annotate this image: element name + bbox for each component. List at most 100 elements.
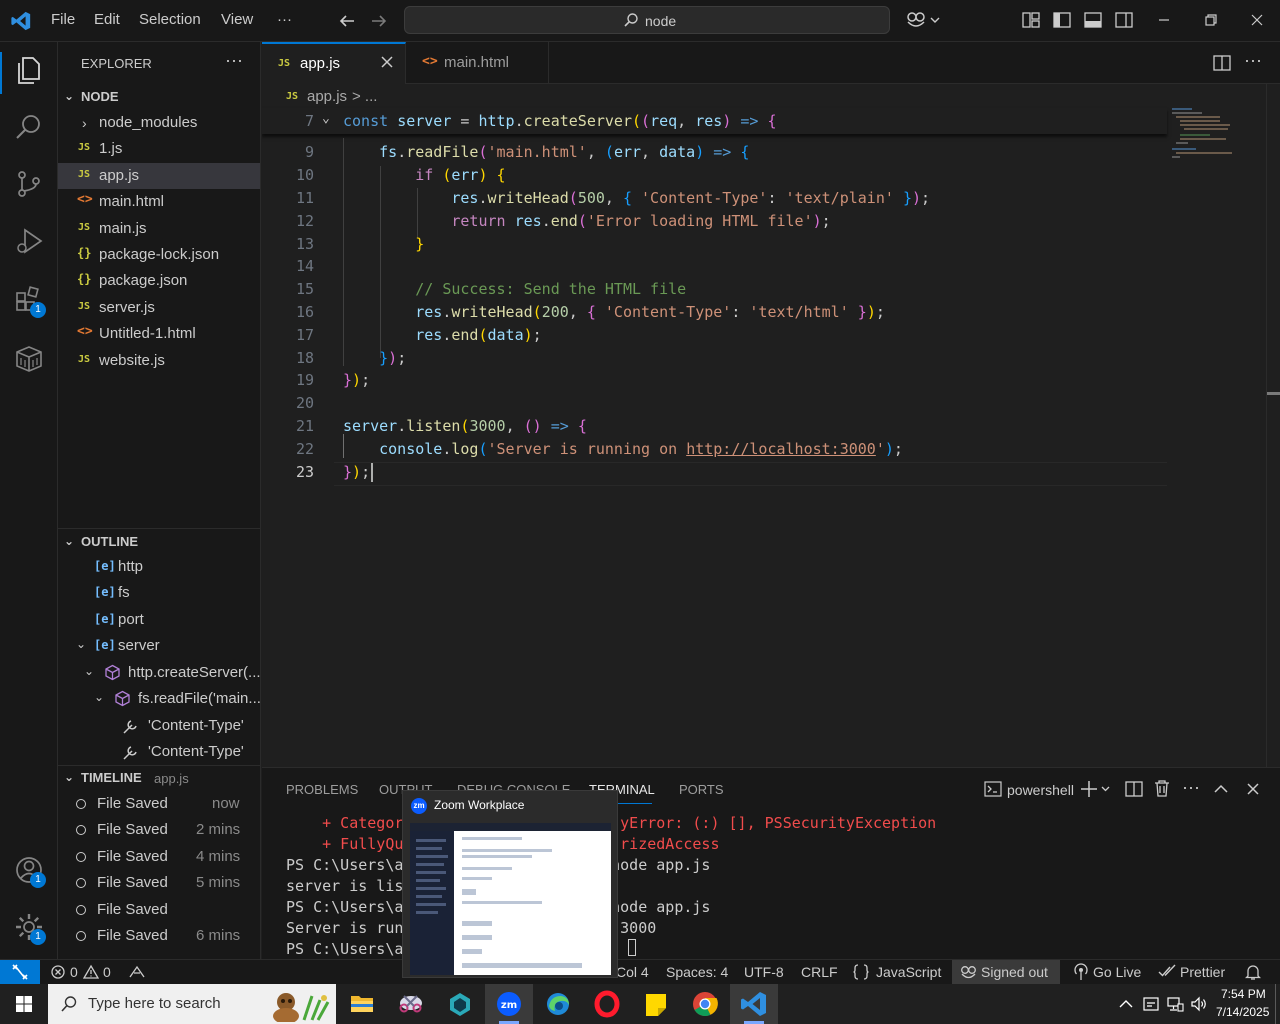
menu-file[interactable]: File <box>51 11 75 28</box>
terminal-shell-name[interactable]: powershell <box>1007 782 1074 798</box>
zoom-taskbar-icon[interactable]: zm <box>485 984 533 1024</box>
errors-count[interactable]: 0 <box>70 964 78 980</box>
dev-app-taskbar-icon[interactable] <box>436 984 484 1024</box>
tree-item-node-modules[interactable]: › node_modules <box>58 110 260 136</box>
minimap[interactable] <box>1172 104 1236 164</box>
close-panel-icon[interactable] <box>1245 781 1261 797</box>
menu-edit[interactable]: Edit <box>94 11 120 28</box>
panel-more-button[interactable]: ··· <box>1182 777 1200 798</box>
tray-app-icon[interactable] <box>1142 995 1160 1013</box>
run-debug-icon[interactable] <box>14 226 44 256</box>
clock-date[interactable]: 7/14/2025 <box>1216 1005 1269 1019</box>
panel-tab-ports[interactable]: PORTS <box>679 782 724 797</box>
menu-more[interactable]: ··· <box>277 11 292 28</box>
code-editor[interactable]: JS app.js > ... 7 ⌄ const server = http.… <box>262 84 1280 767</box>
timeline-entry[interactable]: File Saved <box>58 897 260 923</box>
split-editor-icon[interactable] <box>1213 54 1231 72</box>
minimize-icon[interactable] <box>1156 12 1172 28</box>
tree-item-package-json[interactable]: {} package.json <box>58 268 260 294</box>
tree-item-website-js[interactable]: JS website.js <box>58 348 260 374</box>
outline-item-create-server[interactable]: ⌄ http.createServer(... <box>58 660 260 686</box>
network-icon[interactable] <box>1166 995 1184 1013</box>
menu-selection[interactable]: Selection <box>139 11 201 28</box>
tree-item-untitled-1-html[interactable]: <> Untitled-1.html <box>58 321 260 347</box>
outline-item-fs[interactable]: [e] fs <box>58 580 260 606</box>
extensions-icon[interactable]: 1 <box>14 285 46 318</box>
errors-icon[interactable] <box>50 964 66 980</box>
sticky-notes-taskbar-icon[interactable] <box>632 984 680 1024</box>
timeline-entry[interactable]: File Saved 5 mins <box>58 870 260 896</box>
outline-item-server[interactable]: ⌄ [e] server <box>58 633 260 659</box>
show-hidden-icons-chevron-up-icon[interactable] <box>1118 996 1134 1012</box>
remote-explorer-icon[interactable] <box>14 344 44 374</box>
outline-item-content-type[interactable]: 'Content-Type' <box>58 713 260 739</box>
accounts-icon[interactable]: 1 <box>14 855 46 888</box>
encoding[interactable]: UTF-8 <box>744 964 784 980</box>
command-center-search[interactable]: node <box>404 6 890 34</box>
breadcrumb-rest[interactable]: > ... <box>352 88 377 105</box>
close-tab-icon[interactable] <box>380 55 394 69</box>
outline-item-content-type[interactable]: 'Content-Type' <box>58 739 260 765</box>
editor-more-button[interactable]: ··· <box>1244 50 1262 71</box>
windows-start-icon[interactable] <box>0 984 48 1024</box>
tree-item-main-html[interactable]: <> main.html <box>58 189 260 215</box>
new-terminal-plus-icon[interactable] <box>1080 779 1110 799</box>
menu-view[interactable]: View <box>221 11 253 28</box>
timeline-entry[interactable]: File Saved 2 mins <box>58 817 260 843</box>
outline-item-port[interactable]: [e] port <box>58 607 260 633</box>
opera-taskbar-icon[interactable] <box>583 984 631 1024</box>
explorer-icon[interactable] <box>14 55 44 85</box>
maximize-panel-chevron-up-icon[interactable] <box>1213 781 1229 797</box>
tab-main-html[interactable]: <> main.html <box>406 42 549 84</box>
breadcrumb-file[interactable]: app.js <box>307 88 347 105</box>
manage-gear-icon[interactable]: 1 <box>14 912 46 945</box>
timeline-entry[interactable]: File Saved 6 mins <box>58 923 260 949</box>
signed-out-indicator[interactable]: Signed out <box>952 960 1060 984</box>
search-view-icon[interactable] <box>14 112 44 142</box>
indentation[interactable]: Spaces: 4 <box>666 964 728 980</box>
cursor-position[interactable]: Col 4 <box>616 964 649 980</box>
tab-app-js[interactable]: JS app.js <box>262 42 406 84</box>
explorer-more-button[interactable]: ··· <box>225 50 243 71</box>
trash-icon[interactable] <box>1153 779 1171 797</box>
vscode-taskbar-icon[interactable] <box>730 984 778 1024</box>
restore-icon[interactable] <box>1203 12 1219 28</box>
panel-tab-problems[interactable]: PROBLEMS <box>286 782 358 797</box>
outline-item-read-file[interactable]: ⌄ fs.readFile('main... <box>58 686 260 712</box>
tree-item-app-js[interactable]: JS app.js <box>58 163 260 189</box>
vertical-scrollbar[interactable] <box>1266 84 1280 767</box>
file-explorer-taskbar-icon[interactable] <box>338 984 386 1024</box>
source-control-icon[interactable] <box>14 169 44 199</box>
tree-item-package-lock-json[interactable]: {} package-lock.json <box>58 242 260 268</box>
tree-item-1-js[interactable]: JS 1.js <box>58 136 260 162</box>
go-live-button[interactable]: Go Live <box>1093 964 1141 980</box>
chrome-taskbar-icon[interactable] <box>681 984 729 1024</box>
volume-icon[interactable] <box>1190 995 1208 1013</box>
timeline-header[interactable]: ⌄ TIMELINE app.js <box>58 766 260 790</box>
close-window-icon[interactable] <box>1249 12 1265 28</box>
show-desktop-button[interactable] <box>1275 984 1280 1024</box>
copilot-icon[interactable] <box>906 10 940 30</box>
warnings-count[interactable]: 0 <box>103 964 111 980</box>
back-arrow-icon[interactable] <box>338 12 356 30</box>
toggle-panel-icon[interactable] <box>1084 11 1102 29</box>
language-mode[interactable]: JavaScript <box>876 964 941 980</box>
outline-header[interactable]: ⌄ OUTLINE <box>58 530 260 554</box>
end-of-line[interactable]: CRLF <box>801 964 838 980</box>
timeline-entry[interactable]: File Saved now <box>58 791 260 817</box>
outline-item-http[interactable]: [e] http <box>58 554 260 580</box>
split-terminal-icon[interactable] <box>1125 780 1143 798</box>
toggle-secondary-sidebar-icon[interactable] <box>1115 11 1133 29</box>
prettier-status[interactable]: Prettier <box>1180 964 1225 980</box>
fold-chevron-icon[interactable]: ⌄ <box>322 111 330 126</box>
snipping-tool-taskbar-icon[interactable] <box>387 984 435 1024</box>
zoom-taskbar-preview[interactable]: zm Zoom Workplace <box>402 790 618 978</box>
edge-taskbar-icon[interactable] <box>534 984 582 1024</box>
tree-item-main-js[interactable]: JS main.js <box>58 216 260 242</box>
notifications-bell-icon[interactable] <box>1245 963 1261 981</box>
warnings-icon[interactable] <box>83 964 99 980</box>
toggle-primary-sidebar-icon[interactable] <box>1053 11 1071 29</box>
clock-time[interactable]: 7:54 PM <box>1221 987 1266 1001</box>
timeline-entry[interactable]: File Saved 4 mins <box>58 844 260 870</box>
taskbar-search-box[interactable]: Type here to search <box>48 984 336 1024</box>
